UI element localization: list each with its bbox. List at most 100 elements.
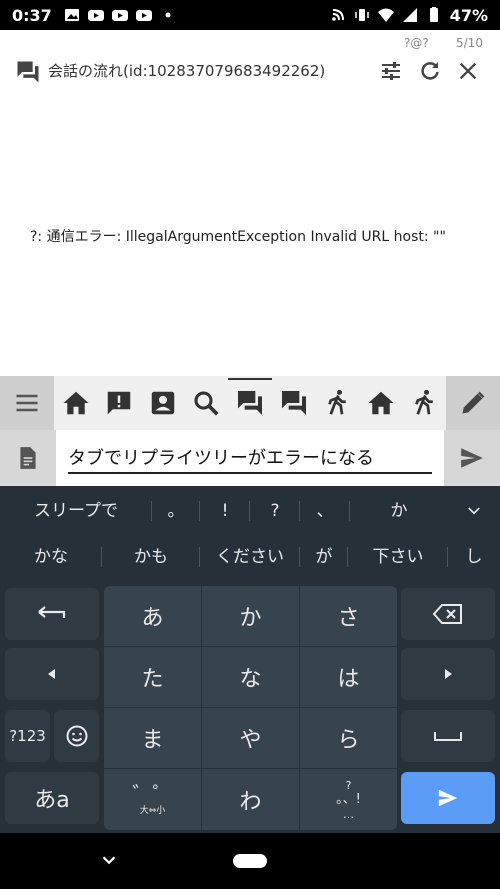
youtube-notification-icon xyxy=(135,10,152,21)
key-dakuten[interactable]: ゛゜ 大⇔小 xyxy=(104,769,201,830)
home-icon xyxy=(368,391,394,415)
filter-settings-button[interactable] xyxy=(376,56,406,86)
dakuten-label: ゛゜ xyxy=(132,781,173,806)
close-icon xyxy=(459,62,477,80)
status-bar: 0:37 47% xyxy=(0,0,500,30)
emoji-key[interactable] xyxy=(54,710,99,762)
chevron-down-icon xyxy=(468,507,480,515)
key-punctuation[interactable]: ? 。、! … xyxy=(300,769,397,830)
system-nav-bar xyxy=(0,833,500,889)
send-button[interactable] xyxy=(444,430,500,486)
tune-icon xyxy=(382,62,400,80)
nav-back-chevron-icon[interactable] xyxy=(98,849,120,871)
send-icon xyxy=(438,789,458,807)
compose-input[interactable] xyxy=(68,442,432,474)
triangle-right-icon xyxy=(445,669,452,679)
key-ka[interactable]: か xyxy=(202,586,299,646)
tab-local[interactable] xyxy=(317,376,357,430)
backspace-key[interactable] xyxy=(401,588,495,640)
mode-123-key[interactable]: ?123 xyxy=(5,710,50,762)
candidate[interactable]: 下さい xyxy=(348,534,448,580)
tab-home-2[interactable] xyxy=(361,376,401,430)
candidate[interactable]: 。 xyxy=(152,488,200,534)
search-icon xyxy=(194,391,219,416)
candidate[interactable]: かな xyxy=(0,534,102,580)
page-counter: 5/10 xyxy=(456,36,483,50)
refresh-button[interactable] xyxy=(415,56,445,86)
backspace-icon xyxy=(432,604,462,624)
space-icon xyxy=(434,732,462,741)
youtube-notification-icon xyxy=(111,10,128,21)
cursor-left-key[interactable] xyxy=(5,648,99,700)
bottom-toolbar xyxy=(0,376,500,430)
key-ma[interactable]: ま xyxy=(104,708,201,768)
alert-message-icon xyxy=(108,391,131,415)
key-ha[interactable]: は xyxy=(300,647,397,707)
cursor-right-key[interactable] xyxy=(401,648,495,700)
punct-bottom-label: … xyxy=(343,807,354,821)
tab-notifications[interactable] xyxy=(99,376,139,430)
candidate[interactable]: ください xyxy=(200,534,300,580)
space-key[interactable] xyxy=(401,710,495,762)
error-message: ?: 通信エラー: IllegalArgumentException Inval… xyxy=(30,229,446,245)
tab-local-2[interactable] xyxy=(404,376,444,430)
key-ya[interactable]: や xyxy=(202,708,299,768)
candidate[interactable]: し xyxy=(448,534,500,580)
key-sa[interactable]: さ xyxy=(300,586,397,646)
punct-top-label: ? xyxy=(345,778,352,792)
tab-search[interactable] xyxy=(186,376,226,430)
home-pill[interactable] xyxy=(233,854,267,868)
candidate[interactable]: ! xyxy=(200,488,250,534)
tab-conversation[interactable] xyxy=(227,376,272,430)
home-icon xyxy=(63,391,89,415)
compose-button[interactable] xyxy=(446,376,500,430)
tab-conversation-2[interactable] xyxy=(274,376,314,430)
signal-icon xyxy=(402,8,417,22)
tab-home[interactable] xyxy=(56,376,96,430)
walking-person-icon xyxy=(328,389,346,415)
battery-percent: 47% xyxy=(449,5,488,25)
wifi-icon xyxy=(377,8,394,22)
emoji-icon xyxy=(66,725,87,747)
attach-button[interactable] xyxy=(0,430,56,486)
undo-key[interactable] xyxy=(5,588,99,640)
app-bar: ?@? 5/10 会話の流れ(id:102837079683492262) xyxy=(0,30,500,100)
close-button[interactable] xyxy=(453,56,483,86)
status-counter-left: ?@? xyxy=(404,36,429,50)
candidate[interactable]: スリープで xyxy=(0,488,152,534)
key-a[interactable]: あ xyxy=(104,586,201,646)
undo-arrow-icon xyxy=(38,606,66,618)
triangle-left-icon xyxy=(48,669,55,679)
conversation-content: ?: 通信エラー: IllegalArgumentException Inval… xyxy=(0,100,500,376)
refresh-icon xyxy=(421,62,439,80)
candidate[interactable]: が xyxy=(300,534,348,580)
key-wa[interactable]: わ xyxy=(202,769,299,830)
compose-row xyxy=(0,430,500,486)
nfc-icon xyxy=(331,9,344,21)
key-ra[interactable]: ら xyxy=(300,708,397,768)
punct-mid-label: 。、! xyxy=(336,791,361,807)
dakuten-sub-label: 大⇔小 xyxy=(139,805,166,816)
battery-icon xyxy=(429,7,438,22)
gallery-notification-icon xyxy=(64,9,79,21)
kana-mode-key[interactable]: あa xyxy=(5,772,99,824)
candidate[interactable]: かも xyxy=(102,534,200,580)
candidate-row-2: かな かも ください が 下さい し xyxy=(0,534,500,580)
youtube-notification-icon xyxy=(87,10,104,21)
pencil-icon xyxy=(462,391,485,414)
candidate[interactable]: か xyxy=(350,488,448,534)
candidate[interactable]: ? xyxy=(250,488,300,534)
kana-key-grid: あ か さ た な は ま や ら ゛゜ 大⇔小 わ ? 。、! … xyxy=(104,586,397,830)
conversation-icon xyxy=(281,391,306,415)
status-time: 0:37 xyxy=(12,5,52,25)
page-title: 会話の流れ(id:102837079683492262) xyxy=(48,62,326,80)
tab-profile[interactable] xyxy=(143,376,183,430)
conversation-icon xyxy=(17,61,39,83)
key-na[interactable]: な xyxy=(202,647,299,707)
key-ta[interactable]: た xyxy=(104,647,201,707)
column-tabs xyxy=(54,376,446,430)
menu-button[interactable] xyxy=(0,376,54,430)
expand-candidates-button[interactable] xyxy=(448,488,500,534)
enter-key[interactable] xyxy=(401,772,495,824)
candidate[interactable]: 、 xyxy=(300,488,350,534)
